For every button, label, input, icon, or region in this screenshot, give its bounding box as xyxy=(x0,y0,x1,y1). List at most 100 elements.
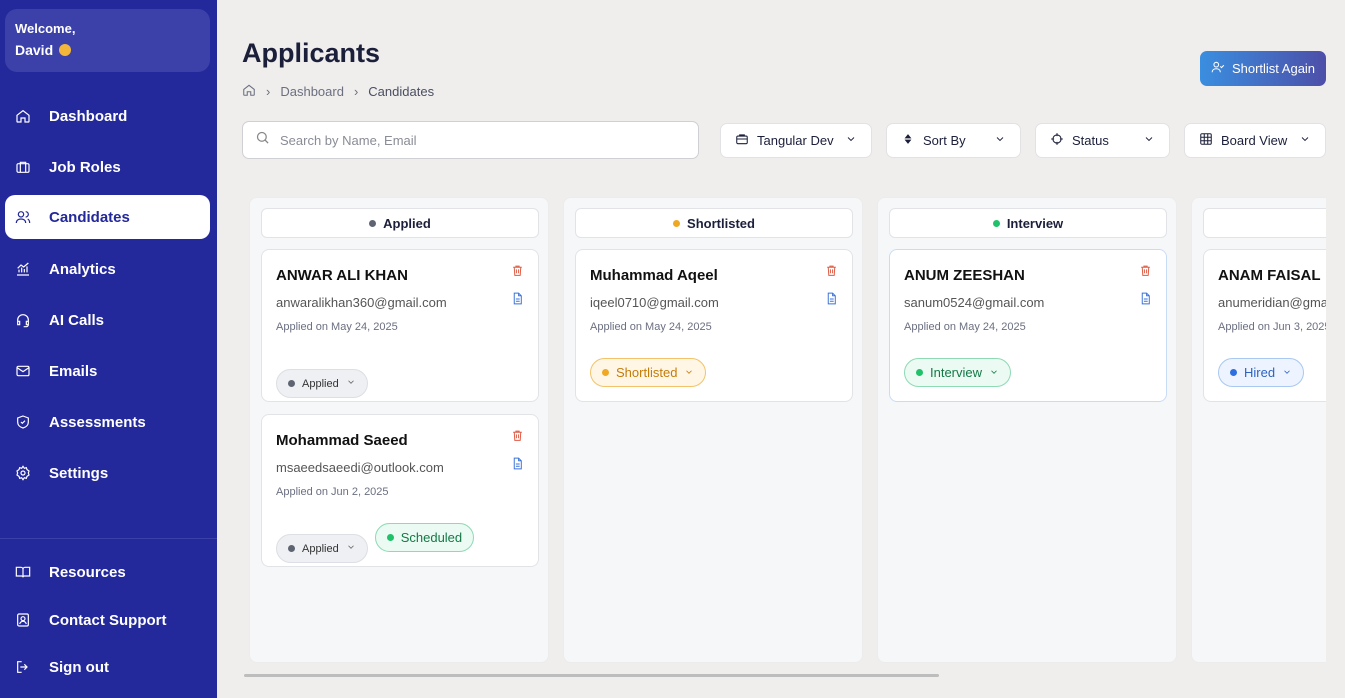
column-title: Interview xyxy=(1006,215,1064,231)
search-input[interactable] xyxy=(280,132,680,148)
candidate-email: iqeel0710@gmail.com xyxy=(590,295,719,310)
status-dot xyxy=(288,545,295,552)
sidebar-item-emails[interactable]: Emails xyxy=(5,349,210,393)
status-label: Status xyxy=(1072,133,1109,148)
trash-icon[interactable] xyxy=(511,429,524,442)
column-title: Applied xyxy=(383,215,431,231)
sidebar-item-candidates[interactable]: Candidates xyxy=(5,195,210,239)
column-header: Shortlisted xyxy=(575,208,853,238)
chevron-right-icon: › xyxy=(266,84,271,99)
status-pill[interactable]: Interview xyxy=(904,358,1012,387)
users-icon xyxy=(15,209,31,225)
user-name: David xyxy=(15,42,54,58)
candidate-card[interactable]: ANAM FAISAL anumeridian@gmail.com Applie… xyxy=(1203,249,1326,402)
document-icon[interactable] xyxy=(825,292,838,305)
status-pill-label: Applied xyxy=(302,377,339,390)
status-dot xyxy=(288,380,295,387)
column-interview: Interview ANUM ZEESHAN sanum0524@gmail.c… xyxy=(877,197,1177,663)
candidate-name: Mohammad Saeed xyxy=(276,432,408,449)
sidebar-item-contact-support[interactable]: Contact Support xyxy=(5,598,210,642)
trash-icon[interactable] xyxy=(825,264,838,277)
horizontal-scrollbar[interactable] xyxy=(244,674,939,677)
status-dot xyxy=(386,534,394,541)
status-pill-label: Shortlisted xyxy=(616,365,678,380)
status-pill-label: Applied xyxy=(302,542,339,555)
document-icon[interactable] xyxy=(511,292,524,305)
crosshair-icon xyxy=(1050,132,1064,149)
trash-icon[interactable] xyxy=(1139,264,1152,277)
candidate-card[interactable]: Muhammad Aqeel iqeel0710@gmail.com Appli… xyxy=(575,249,853,402)
home-icon xyxy=(15,108,31,124)
candidate-email: sanum0524@gmail.com xyxy=(904,295,1045,310)
chevron-down-icon xyxy=(1143,133,1155,148)
status-dot xyxy=(992,219,1000,227)
column-header: Applied xyxy=(261,208,539,238)
candidate-email: anumeridian@gmail.com xyxy=(1218,295,1326,310)
chevron-down-icon xyxy=(346,542,356,555)
status-dot xyxy=(1230,369,1237,376)
search-box xyxy=(242,121,699,159)
sidebar-item-label: Analytics xyxy=(49,260,116,278)
status-dot xyxy=(673,219,681,227)
applied-date: Applied on May 24, 2025 xyxy=(904,321,1026,333)
job-filter-dropdown[interactable]: Tangular Dev xyxy=(720,123,872,158)
sidebar-item-label: AI Calls xyxy=(49,311,105,329)
sidebar-item-dashboard[interactable]: Dashboard xyxy=(5,94,210,138)
breadcrumb-dashboard[interactable]: Dashboard xyxy=(280,84,344,99)
breadcrumb: › Dashboard › Candidates xyxy=(242,83,434,100)
chevron-down-icon xyxy=(1282,365,1292,380)
sidebar-item-sign-out[interactable]: Sign out xyxy=(5,645,210,689)
search-icon xyxy=(255,130,270,150)
column-applied: Applied ANWAR ALI KHAN anwaralikhan360@g… xyxy=(249,197,549,663)
chevron-right-icon: › xyxy=(353,84,359,99)
document-icon[interactable] xyxy=(1139,292,1152,305)
shortlist-again-button[interactable]: Shortlist Again xyxy=(1200,51,1326,86)
headset-icon xyxy=(15,312,31,328)
scheduled-badge: Scheduled xyxy=(374,523,475,552)
breadcrumb-candidates: Candidates xyxy=(368,84,435,99)
sidebar-item-label: Sign out xyxy=(49,658,109,676)
sidebar-item-assessments[interactable]: Assessments xyxy=(5,400,210,444)
status-dropdown[interactable]: Status xyxy=(1035,123,1170,158)
signout-icon xyxy=(15,659,31,675)
chevron-down-icon xyxy=(346,377,356,390)
sort-icon xyxy=(901,132,915,149)
candidate-name: ANAM FAISAL xyxy=(1218,267,1321,284)
sort-dropdown[interactable]: Sort By xyxy=(886,123,1021,158)
status-pill[interactable]: Shortlisted xyxy=(590,358,707,387)
sidebar: Welcome, David Dashboard Job Roles Candi… xyxy=(0,0,217,698)
candidate-card[interactable]: ANUM ZEESHAN sanum0524@gmail.com Applied… xyxy=(889,249,1167,402)
home-icon[interactable] xyxy=(242,83,256,100)
view-label: Board View xyxy=(1221,133,1288,148)
status-pill-label: Hired xyxy=(1244,365,1276,380)
status-pill[interactable]: Applied xyxy=(276,534,368,563)
column-hired: ANAM FAISAL anumeridian@gmail.com Applie… xyxy=(1191,197,1326,663)
column-header xyxy=(1203,208,1326,238)
sidebar-item-label: Candidates xyxy=(49,208,130,226)
shield-icon xyxy=(15,414,31,430)
sidebar-item-analytics[interactable]: Analytics xyxy=(5,247,210,291)
candidate-email: anwaralikhan360@gmail.com xyxy=(276,295,447,310)
applied-date: Applied on Jun 3, 2025 xyxy=(1218,321,1326,333)
page-title: Applicants xyxy=(242,38,381,68)
sidebar-item-label: Emails xyxy=(49,362,98,380)
status-dot xyxy=(369,219,377,227)
chevron-down-icon xyxy=(684,365,694,380)
document-icon[interactable] xyxy=(511,457,524,470)
candidate-email: msaeedsaeedi@outlook.com xyxy=(276,460,444,475)
sidebar-item-settings[interactable]: Settings xyxy=(5,451,210,495)
sidebar-item-resources[interactable]: Resources xyxy=(5,550,210,594)
trash-icon[interactable] xyxy=(511,264,524,277)
status-pill[interactable]: Applied xyxy=(276,369,368,398)
candidate-name: ANUM ZEESHAN xyxy=(904,267,1025,284)
candidate-card[interactable]: Mohammad Saeed msaeedsaeedi@outlook.com … xyxy=(261,414,539,567)
sort-label: Sort By xyxy=(923,133,966,148)
sidebar-item-label: Assessments xyxy=(49,413,146,431)
candidate-name: Muhammad Aqeel xyxy=(590,267,718,284)
sidebar-item-ai-calls[interactable]: AI Calls xyxy=(5,298,210,342)
view-dropdown[interactable]: Board View xyxy=(1184,123,1326,158)
candidate-card[interactable]: ANWAR ALI KHAN anwaralikhan360@gmail.com… xyxy=(261,249,539,402)
chevron-down-icon xyxy=(994,133,1006,148)
status-pill[interactable]: Hired xyxy=(1218,358,1305,387)
sidebar-item-job-roles[interactable]: Job Roles xyxy=(5,145,210,189)
